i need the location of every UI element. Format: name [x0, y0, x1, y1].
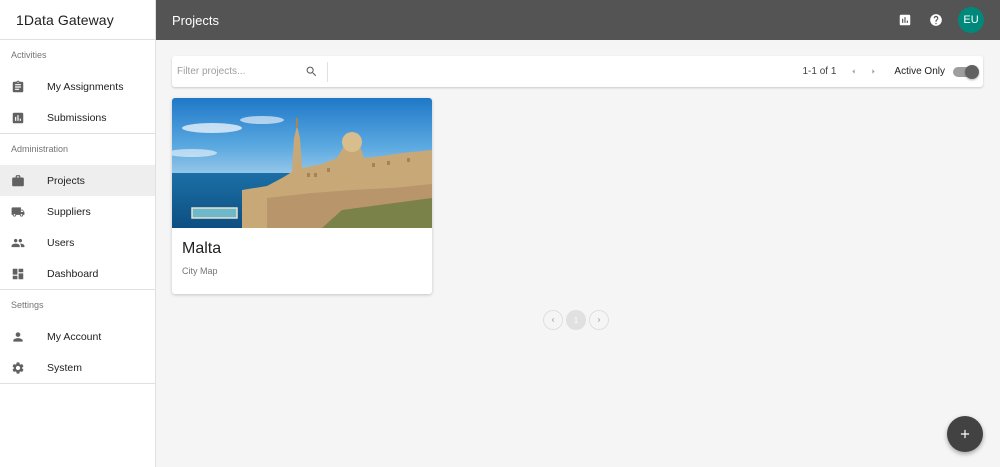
section-title: Activities [11, 50, 47, 60]
sidebar-item-label: Projects [47, 174, 85, 187]
filter-bar: 1-1 of 1 Active Only [172, 56, 983, 87]
sidebar-item-label: My Assignments [47, 80, 124, 93]
person-icon [11, 330, 25, 344]
sidebar-item-my-assignments[interactable]: My Assignments [0, 71, 155, 102]
project-subtitle: City Map [182, 266, 218, 276]
sidebar-item-submissions[interactable]: Submissions [0, 102, 155, 133]
pagination-page-button[interactable]: 1 [566, 310, 586, 330]
sidebar-item-label: System [47, 361, 83, 374]
app-title: 1Data Gateway [0, 0, 155, 40]
toggle-thumb [965, 64, 979, 79]
sidebar-item-label: Users [47, 236, 75, 249]
chevron-left-icon [551, 318, 555, 322]
help-icon[interactable] [927, 11, 945, 29]
assignment-icon [11, 80, 25, 94]
pagination: 1 [543, 310, 612, 330]
sidebar-item-system[interactable]: System [0, 352, 155, 383]
active-only-label: Active Only [894, 66, 945, 77]
filter-projects-input[interactable] [177, 66, 292, 77]
paging-range: 1-1 of 1 [802, 66, 837, 77]
sidebar-item-my-account[interactable]: My Account [0, 321, 155, 352]
project-image [172, 98, 432, 228]
briefcase-icon [11, 174, 25, 188]
top-app-bar: Projects EU [156, 0, 1000, 40]
gear-icon [11, 361, 25, 375]
divider [327, 61, 328, 82]
sidebar: 1Data Gateway Activities My Assignments … [0, 0, 156, 467]
project-title: Malta [182, 240, 222, 257]
user-avatar[interactable]: EU [958, 7, 984, 33]
page-title: Projects [172, 12, 219, 28]
sidebar-section-administration: Administration Projects Suppliers Users … [0, 134, 155, 290]
chevron-right-icon [597, 318, 601, 322]
reports-icon[interactable] [896, 11, 914, 29]
pagination-next-button[interactable] [589, 310, 609, 330]
sidebar-item-suppliers[interactable]: Suppliers [0, 196, 155, 227]
search-icon[interactable] [304, 65, 318, 79]
people-icon [11, 236, 25, 250]
sidebar-section-activities: Activities My Assignments Submissions [0, 40, 155, 134]
sidebar-item-label: Dashboard [47, 267, 99, 280]
sidebar-item-label: Suppliers [47, 205, 91, 218]
project-card[interactable]: Malta City Map [172, 98, 432, 294]
sidebar-item-projects[interactable]: Projects [0, 165, 155, 196]
truck-icon [11, 205, 25, 219]
previous-page-icon[interactable] [846, 65, 860, 79]
sidebar-item-label: My Account [47, 330, 102, 343]
bar-chart-icon [11, 111, 25, 125]
section-title: Administration [11, 144, 69, 154]
active-only-toggle[interactable] [953, 64, 979, 79]
sidebar-item-users[interactable]: Users [0, 227, 155, 258]
next-page-icon[interactable] [866, 65, 880, 79]
plus-icon [960, 429, 970, 439]
add-project-button[interactable] [947, 416, 983, 452]
sidebar-item-dashboard[interactable]: Dashboard [0, 258, 155, 289]
sidebar-section-settings: Settings My Account System [0, 290, 155, 384]
sidebar-item-label: Submissions [47, 111, 107, 124]
dashboard-icon [11, 267, 25, 281]
pagination-previous-button[interactable] [543, 310, 563, 330]
section-title: Settings [11, 300, 44, 310]
